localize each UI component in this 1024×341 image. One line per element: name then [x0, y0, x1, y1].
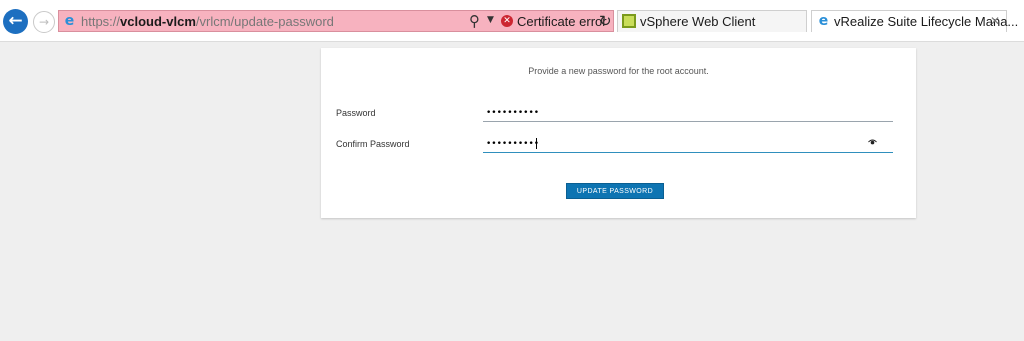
ie-icon: e [818, 13, 829, 29]
vsphere-icon [622, 14, 636, 28]
url-path: /vrlcm/update-password [195, 14, 334, 29]
url-text[interactable]: https://vcloud-vlcm/vrlcm/update-passwor… [81, 14, 334, 29]
chevron-down-icon[interactable]: ▼ [487, 15, 494, 25]
tab-vrealize-lifecycle[interactable]: e vRealize Suite Lifecycle Mana... ✕ [811, 10, 1018, 32]
confirm-password-label: Confirm Password [336, 139, 410, 149]
chrome-divider [0, 41, 1024, 42]
browser-chrome: ← → e https://vcloud-vlcm/vrlcm/update-p… [0, 0, 1024, 42]
search-icon[interactable]: ⚲ [469, 12, 480, 30]
confirm-password-input[interactable] [483, 136, 856, 152]
certificate-error-icon[interactable]: ✕ [501, 15, 513, 27]
refresh-icon[interactable]: ↻ [599, 12, 612, 30]
ie-icon: e [64, 13, 75, 29]
update-password-card: Provide a new password for the root acco… [321, 48, 916, 218]
tab-label: vSphere Web Client [640, 14, 756, 29]
url-prefix: https:// [81, 14, 121, 29]
password-label: Password [336, 108, 376, 118]
tab-vsphere-web-client[interactable]: vSphere Web Client [617, 10, 807, 32]
forward-arrow-icon[interactable]: → [33, 11, 55, 33]
password-field[interactable] [483, 105, 893, 122]
url-host: vcloud-vlcm [120, 14, 196, 29]
close-icon[interactable]: ✕ [990, 14, 1000, 28]
password-input[interactable] [483, 105, 856, 121]
instruction-text: Provide a new password for the root acco… [528, 66, 709, 76]
confirm-password-field[interactable] [483, 136, 893, 153]
text-cursor [536, 138, 537, 149]
update-password-button[interactable]: UPDATE PASSWORD [566, 183, 664, 199]
back-arrow-icon[interactable]: ← [3, 9, 28, 34]
certificate-error-label[interactable]: Certificate error [517, 14, 607, 29]
eye-icon[interactable] [868, 139, 877, 145]
address-bar[interactable]: e https://vcloud-vlcm/vrlcm/update-passw… [58, 10, 614, 32]
